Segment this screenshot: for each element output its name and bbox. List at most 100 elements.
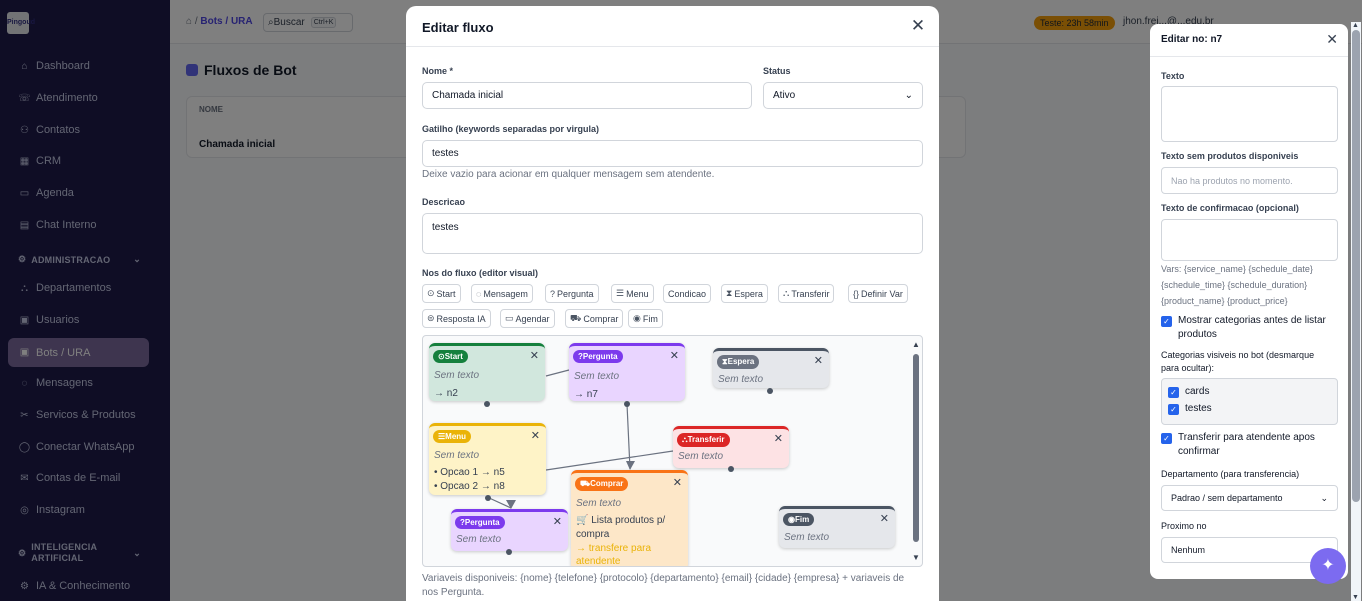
ai-icon: ⊜ — [427, 313, 435, 323]
add-transferir-button[interactable]: ⛬ Transferir — [778, 284, 835, 303]
checkbox-checked-icon: ✓ — [1168, 387, 1179, 398]
edge-pergunta-comprar — [626, 403, 631, 470]
text-textarea[interactable] — [1161, 86, 1338, 142]
node-fim[interactable]: ◉Fim ✕ Sem texto — [779, 506, 895, 548]
status-label: Status — [763, 66, 791, 76]
node-output-handle[interactable] — [485, 495, 491, 501]
node-transferir[interactable]: ⛬Transferir ✕ Sem texto — [673, 426, 789, 472]
scroll-down-icon[interactable]: ▼ — [1352, 594, 1359, 601]
node-tag-espera: ⧗Espera — [717, 355, 760, 369]
status-select[interactable]: Ativo ⌄ — [763, 82, 923, 109]
node-link: → n2 — [434, 388, 458, 399]
panel-header: Editar no: n7 ✕ — [1150, 24, 1348, 57]
name-input[interactable]: Chamada inicial — [422, 82, 752, 109]
chevron-down-icon: ⌄ — [1320, 492, 1328, 503]
close-icon[interactable]: ✕ — [1326, 31, 1338, 48]
node-pergunta-2[interactable]: ?Pergunta ✕ Sem texto — [451, 509, 568, 555]
scroll-up-icon[interactable]: ▲ — [1352, 22, 1359, 29]
node-output-handle[interactable] — [728, 466, 734, 472]
arrow-head — [506, 500, 516, 509]
no-products-label: Texto sem produtos disponiveis — [1161, 151, 1299, 161]
stop-icon: ◉ — [788, 515, 795, 524]
confirm-textarea[interactable] — [1161, 219, 1338, 261]
add-fim-button[interactable]: ◉ Fim — [628, 309, 663, 328]
node-espera[interactable]: ⧗Espera ✕ Sem texto — [713, 348, 829, 394]
add-espera-button[interactable]: ⧗ Espera — [721, 284, 768, 303]
edge-menu-transferir — [545, 450, 674, 471]
add-resposta-ia-button[interactable]: ⊜ Resposta IA — [422, 309, 491, 328]
add-mensagem-button[interactable]: ◌ Mensagem — [471, 284, 533, 303]
panel-title: Editar no: n7 — [1161, 34, 1223, 45]
node-output-handle[interactable] — [506, 549, 512, 555]
hourglass-icon: ⧗ — [726, 288, 733, 298]
node-editor-panel: Editar no: n7 ✕ Texto Texto sem produtos… — [1150, 24, 1348, 579]
description-textarea[interactable]: testes — [422, 213, 923, 254]
transfer-after-confirm-checkbox[interactable]: ✓ Transferir para atendente apos confirmar — [1161, 431, 1315, 459]
add-agendar-button[interactable]: ▭ Agendar — [500, 309, 555, 328]
node-tag-pergunta: ?Pergunta — [455, 516, 505, 529]
node-text: Sem texto — [434, 370, 480, 381]
trigger-input[interactable]: testes — [422, 140, 923, 167]
variables-help: Variaveis disponiveis: {nome} {telefone}… — [422, 573, 905, 598]
edit-flow-modal: Editar fluxo ✕ Nome * Chamada inicial St… — [406, 6, 939, 601]
close-icon[interactable]: ✕ — [553, 515, 562, 528]
node-start[interactable]: ⊙Start ✕ Sem texto → n2 — [429, 343, 545, 407]
department-select[interactable]: Padrao / sem departamento ⌄ — [1161, 485, 1338, 511]
close-icon[interactable]: ✕ — [909, 17, 927, 35]
node-tag-fim: ◉Fim — [783, 513, 815, 526]
node-output-handle[interactable] — [624, 401, 630, 407]
close-icon[interactable]: ✕ — [670, 349, 679, 362]
text-label: Texto — [1161, 71, 1185, 81]
arrow-head — [626, 461, 635, 470]
no-products-input[interactable]: Nao ha produtos no momento. — [1161, 167, 1338, 194]
close-icon[interactable]: ✕ — [880, 512, 889, 525]
add-pergunta-button[interactable]: ? Pergunta — [545, 284, 599, 303]
node-output-handle[interactable] — [767, 388, 773, 394]
add-start-button[interactable]: ⊙ Start — [422, 284, 461, 303]
modal-header: Editar fluxo ✕ — [406, 6, 939, 47]
checkbox-checked-icon: ✓ — [1161, 433, 1172, 444]
node-link: → n7 — [574, 389, 598, 400]
node-text: Sem texto — [434, 450, 480, 461]
transfer-text: → transfere para — [576, 543, 652, 554]
transfer-icon: ⛬ — [783, 288, 790, 298]
node-text: Sem texto — [718, 374, 764, 385]
add-definir-var-button[interactable]: {} Definir Var — [848, 284, 908, 303]
next-node-label: Proximo no — [1161, 521, 1207, 531]
chevron-down-icon: ⌄ — [904, 90, 913, 101]
description-label: Descricao — [422, 197, 466, 207]
menu-option-1: • Opcao 1 → n5 — [434, 467, 505, 478]
assistant-fab-button[interactable]: ✦ — [1310, 548, 1346, 584]
scrollbar-thumb[interactable] — [913, 354, 919, 542]
flow-canvas[interactable]: ⊙Start ✕ Sem texto → n2 ?Pergunta ✕ Sem … — [422, 335, 923, 567]
checkbox-checked-icon: ✓ — [1161, 316, 1172, 327]
close-icon[interactable]: ✕ — [814, 354, 823, 367]
close-icon[interactable]: ✕ — [530, 349, 539, 362]
close-icon[interactable]: ✕ — [774, 432, 783, 445]
close-icon[interactable]: ✕ — [531, 429, 540, 442]
node-tag-transferir: ⛬Transferir — [677, 433, 730, 447]
close-icon[interactable]: ✕ — [673, 476, 682, 489]
node-menu[interactable]: ☰Menu ✕ Sem texto • Opcao 1 → n5 • Opcao… — [429, 423, 546, 501]
scroll-up-icon[interactable]: ▲ — [912, 340, 920, 349]
node-text: Sem texto — [574, 371, 620, 382]
canvas-scrollbar[interactable]: ▲ ▼ — [912, 340, 920, 562]
cart-icon: ⛟ — [570, 312, 582, 323]
add-comprar-button[interactable]: ⛟ Comprar — [565, 309, 624, 328]
page-scrollbar[interactable]: ▲ ▼ — [1351, 22, 1361, 601]
node-text: Sem texto — [576, 498, 622, 509]
scroll-down-icon[interactable]: ▼ — [912, 553, 920, 562]
node-text: Sem texto — [678, 451, 724, 462]
node-output-handle[interactable] — [484, 401, 490, 407]
node-tag-start: ⊙Start — [433, 350, 468, 363]
node-pergunta-1[interactable]: ?Pergunta ✕ Sem texto → n7 — [569, 343, 685, 407]
menu-icon: ☰ — [616, 288, 625, 298]
scrollbar-thumb[interactable] — [1352, 30, 1360, 502]
show-categories-checkbox[interactable]: ✓ Mostrar categorias antes de listar produ… — [1161, 314, 1326, 342]
add-menu-button[interactable]: ☰ Menu — [611, 284, 654, 303]
node-comprar[interactable]: ⛟Comprar ✕ Sem texto 🛒 Lista produtos p/… — [571, 470, 688, 566]
category-cards-checkbox[interactable]: ✓ cards — [1168, 385, 1209, 399]
category-testes-checkbox[interactable]: ✓ testes — [1168, 402, 1212, 416]
add-condicao-button[interactable]: Condicao — [663, 284, 712, 303]
product-list-text-2: compra — [576, 529, 610, 540]
